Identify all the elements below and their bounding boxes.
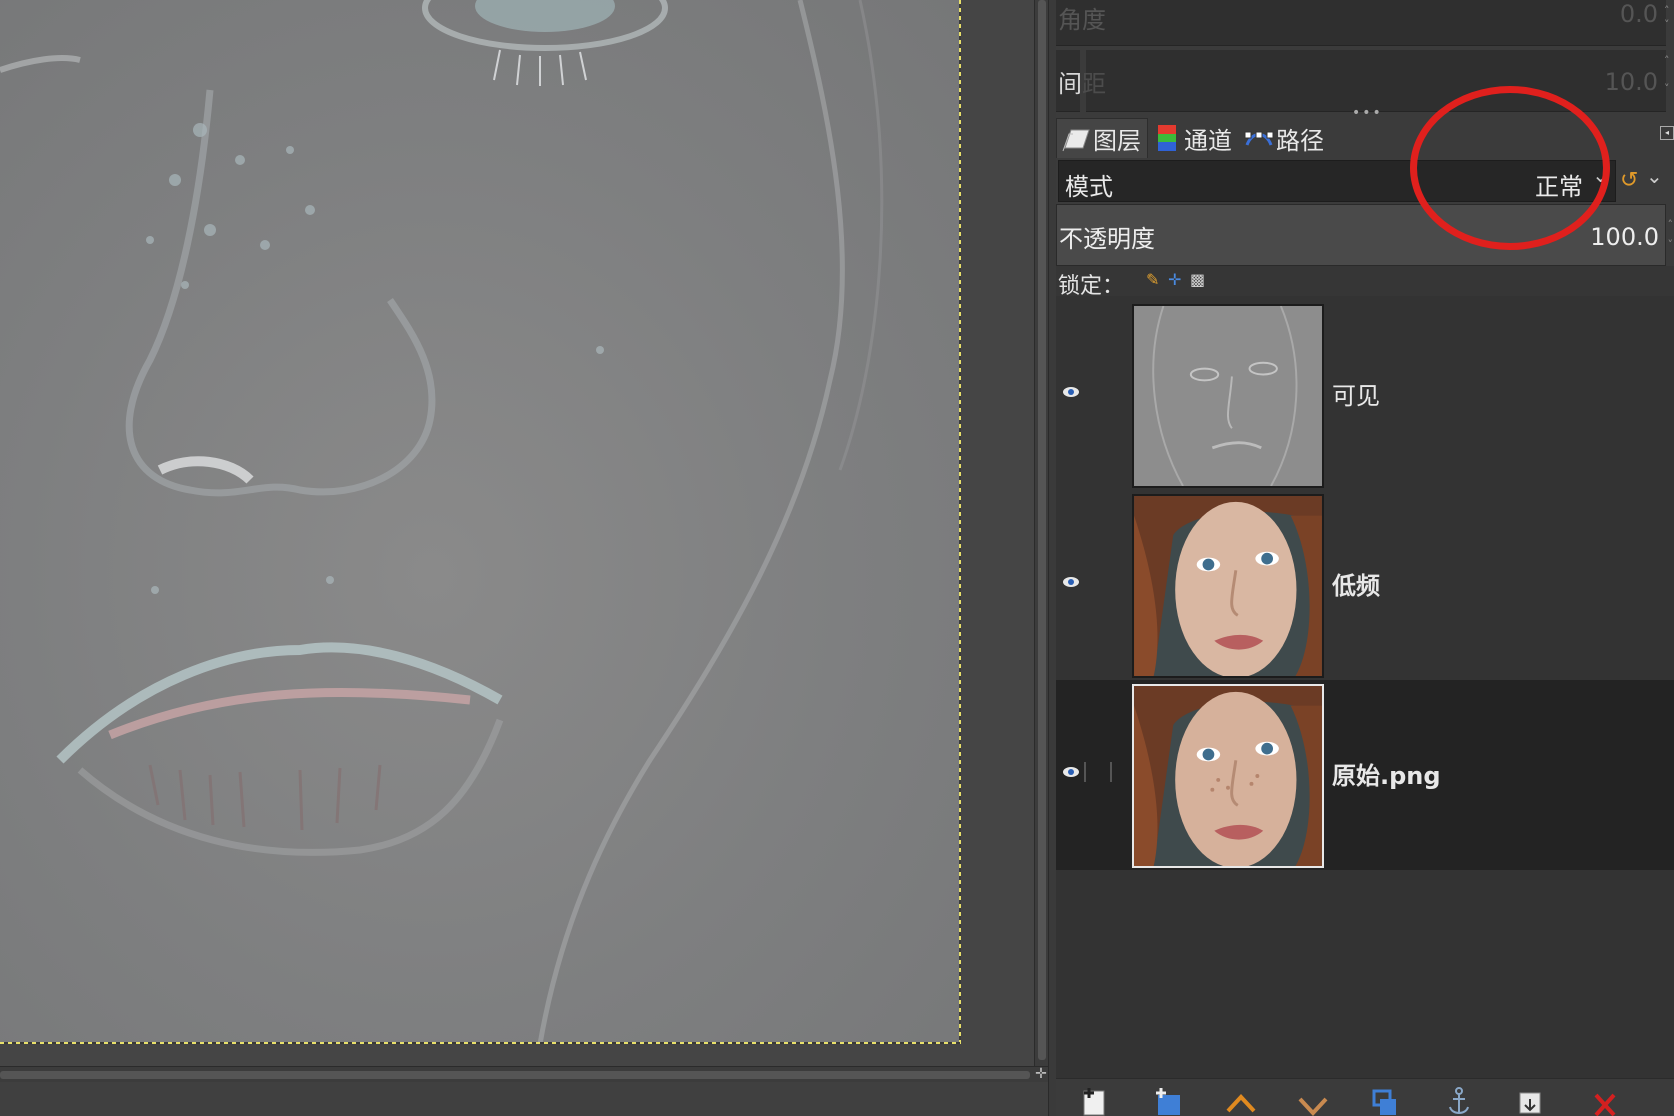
spacing-spinbox[interactable]: 间距 10.0 ˄ ˅ [1056,50,1670,112]
layers-dock: 角度 0.0 ˄ ˅ 间距 10.0 ˄ ˅ ••• 图层 通道 路径 ◂ 模式… [1056,0,1674,1116]
canvas-padding-bottom [0,1044,1034,1066]
opacity-spinbox[interactable]: 不透明度 100.0 ˄ ˅ [1056,204,1673,266]
tab-layers[interactable]: 图层 [1056,118,1148,158]
layer-name[interactable]: 可见 [1332,376,1380,411]
tab-channels[interactable]: 通道 [1148,118,1240,158]
delete-layer-icon[interactable] [1588,1085,1622,1116]
layer-thumbnail[interactable] [1132,494,1324,678]
canvas-horizontal-scrollbar[interactable] [0,1066,1048,1082]
portrait-thumbnail-image [1134,496,1322,676]
layers-list: 可见 低频 原始.png [1056,296,1674,1078]
mode-switch-chevron-icon[interactable]: ⌄ [1646,164,1663,188]
horizontal-scrollbar-thumb[interactable] [0,1071,1030,1079]
vertical-scrollbar-thumb[interactable] [1038,0,1046,1060]
channels-icon [1158,125,1176,151]
spacing-label: 间距 [1058,70,1106,98]
angle-spinbox[interactable]: 角度 0.0 ˄ ˅ [1056,0,1670,46]
canvas-vertical-scrollbar[interactable] [1034,0,1048,1066]
chain-toggle[interactable] [1084,762,1086,782]
status-bar [0,1082,1048,1116]
opacity-label: 不透明度 [1059,225,1155,253]
pane-divider[interactable] [1048,0,1056,1116]
merge-down-icon[interactable] [1514,1085,1548,1116]
eye-icon[interactable] [1062,576,1080,588]
mode-switch-icon[interactable]: ↺ [1620,168,1638,193]
tab-layers-label: 图层 [1093,127,1141,155]
angle-label: 角度 [1058,6,1106,34]
layer-row-original[interactable]: 原始.png [1056,680,1674,870]
lock-pixels-icon[interactable]: ✎ [1146,270,1159,289]
tab-paths-label: 路径 [1276,126,1324,155]
lock-alpha-icon[interactable]: ▩ [1190,270,1205,289]
tab-paths[interactable]: 路径 [1240,118,1336,158]
layer-thumbnail[interactable] [1132,684,1324,868]
mode-label: 模式 [1065,173,1113,201]
layer-name[interactable]: 低频 [1332,566,1380,601]
eye-icon[interactable] [1062,386,1080,398]
mode-value: 正常 [1535,173,1583,201]
layers-bottom-toolbar [1056,1078,1674,1116]
opacity-value: 100.0 [1590,223,1659,251]
dock-menu-icon[interactable]: ◂ [1660,126,1674,140]
portrait-thumbnail-image [1134,686,1322,866]
dock-tabs: 图层 通道 路径 ◂ [1056,118,1674,158]
spacing-spin-arrows[interactable]: ˄ ˅ [1664,54,1672,96]
raise-layer-icon[interactable] [1224,1085,1258,1116]
layer-name[interactable]: 原始.png [1332,756,1441,791]
chain-indicator [1110,762,1112,782]
angle-spin-arrows[interactable]: ˄ ˅ [1664,4,1672,32]
eye-icon[interactable] [1062,766,1080,778]
mode-dropdown[interactable]: 模式 正常 ⌄ [1058,160,1616,202]
tab-channels-label: 通道 [1184,126,1232,155]
navigate-icon[interactable]: ✛ [1034,1066,1048,1082]
spacing-value: 10.0 [1604,68,1658,96]
gimp-window: ✛ 角度 0.0 ˄ ˅ 间距 10.0 ˄ ˅ ••• 图层 通道 路径 ◂ … [0,0,1674,1116]
dock-separator-grip[interactable]: ••• [1352,106,1381,120]
lock-row: 锁定： ✎ ✛ ▩ [1056,266,1674,299]
lower-layer-icon[interactable] [1296,1085,1330,1116]
paths-icon [1244,131,1274,146]
angle-value: 0.0 [1619,0,1658,28]
lock-position-icon[interactable]: ✛ [1168,270,1181,289]
layer-thumbnail[interactable] [1132,304,1324,488]
new-layer-group-icon[interactable] [1150,1085,1184,1116]
new-layer-icon[interactable] [1076,1085,1110,1116]
layer-row-visible[interactable]: 可见 [1056,300,1674,490]
mode-row: 模式 正常 ⌄ ↺ ⌄ [1056,160,1674,202]
layers-icon [1062,129,1090,151]
opacity-spin-arrows[interactable]: ˄ ˅ [1668,215,1674,255]
canvas-padding [961,0,1034,1044]
image-canvas[interactable] [0,0,960,1044]
emboss-thumbnail-image [1134,306,1322,486]
duplicate-layer-icon[interactable] [1368,1085,1402,1116]
layer-row-low-frequency[interactable]: 低频 [1056,490,1674,680]
canvas-image-high-pass-face [0,0,884,1044]
anchor-layer-icon[interactable] [1442,1085,1476,1116]
chevron-down-icon: ⌄ [1592,163,1609,187]
